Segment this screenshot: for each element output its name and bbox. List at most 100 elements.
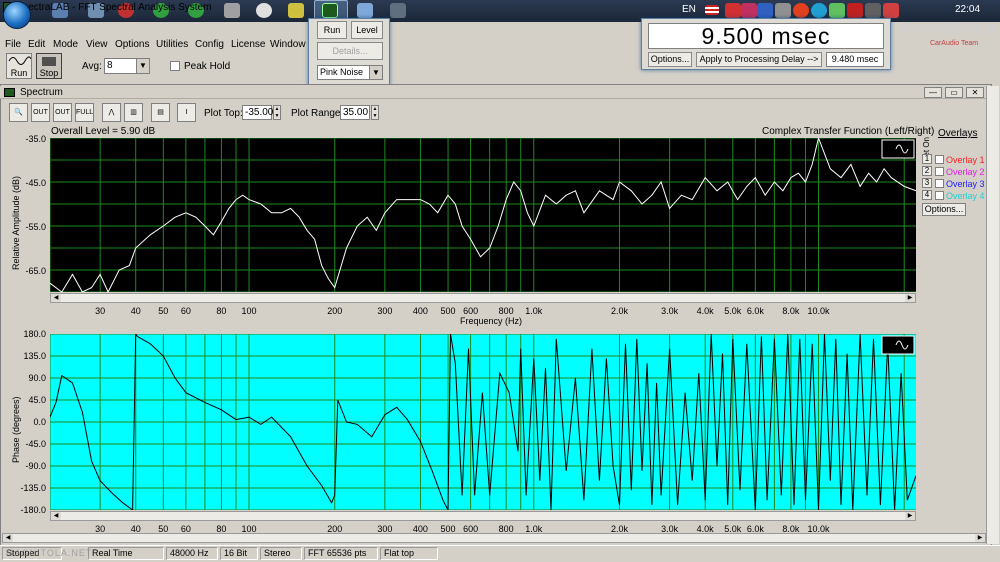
overlay-set-button[interactable]: 1 [922,154,932,164]
x-tick-label: 30 [95,306,106,316]
peak-icon[interactable]: ⋀ [102,103,121,122]
start-button[interactable] [3,1,31,29]
scroll-left-icon[interactable]: ◀ [3,534,13,542]
menu-view[interactable]: View [86,39,108,50]
avg-label: Avg: [82,61,102,72]
close-button[interactable]: ✕ [966,87,984,98]
menu-license[interactable]: License [231,39,265,50]
y-tick-label: -180.0 [20,505,46,515]
avg-select[interactable]: 8 ▼ [104,58,150,74]
window-vertical-scrollbar[interactable] [986,86,999,544]
plot-range-input[interactable]: 35.00 [340,105,370,120]
phase-plot[interactable] [50,334,916,510]
y-tick-label: 180.0 [23,329,46,339]
zoom-in-icon[interactable]: OUT [53,103,72,122]
tray-icon[interactable] [775,3,791,18]
tray-icon[interactable] [847,3,863,18]
plot-range-spinner[interactable]: ▲ ▼ [371,105,379,120]
menu-mode[interactable]: Mode [53,39,78,50]
app-icon[interactable] [288,3,304,18]
run-label: Run [10,68,28,78]
arrow-down-icon[interactable] [224,3,240,18]
scroll-left-icon[interactable]: ◀ [51,294,61,302]
table-icon[interactable]: ▤ [151,103,170,122]
phase-scrollbar[interactable]: ◀ ▶ [50,511,916,521]
scroll-right-icon[interactable]: ▶ [975,534,985,542]
tray-icon[interactable] [883,3,899,18]
overlay-set-button[interactable]: 3 [922,178,932,188]
menu-utilities[interactable]: Utilities [156,39,188,50]
menu-config[interactable]: Config [195,39,224,50]
search-icon[interactable]: 🔍 [9,103,28,122]
tray-icon[interactable] [741,3,757,18]
overlay-checkbox[interactable] [935,179,944,188]
y-tick-label: -45.0 [25,439,46,449]
run-button[interactable]: Run [317,21,347,39]
applied-delay-value: 9.480 msec [826,52,884,67]
menu-edit[interactable]: Edit [28,39,45,50]
tray-icon[interactable] [725,3,741,18]
plot-mode-badge [881,335,915,355]
window-scrollbar[interactable]: ◀ ▶ [2,533,986,543]
tray-icon[interactable] [829,3,845,18]
stop-icon [42,57,56,66]
tray-clock[interactable]: 22:04 [955,4,980,15]
peak-hold-checkbox[interactable] [170,61,180,71]
apply-delay-button[interactable]: Apply to Processing Delay --> [696,52,822,67]
tray-icon[interactable] [865,3,881,18]
watermark-subtitle: CarAudio Team [930,40,979,47]
tray-icon[interactable] [757,3,773,18]
tray-icon[interactable] [793,3,809,18]
disc-icon[interactable] [256,3,272,18]
chevron-down-icon: ▼ [136,59,149,73]
overlay-checkbox[interactable] [935,191,944,200]
maximize-button[interactable]: ▭ [945,87,963,98]
scroll-right-icon[interactable]: ▶ [905,512,915,520]
spectrum-window-icon [4,88,15,97]
signal-value: Pink Noise [320,67,364,77]
amplitude-scrollbar[interactable]: ◀ ▶ [50,293,916,303]
plot-mode-badge [881,139,915,159]
y-tick-label: -65.0 [25,266,46,276]
tray-icon[interactable] [811,3,827,18]
flag-icon[interactable] [705,5,719,15]
overlay-options-button[interactable]: Options... [922,203,966,216]
bars-icon[interactable]: ▥ [124,103,143,122]
overlay-checkbox[interactable] [935,167,944,176]
zoom-out-icon[interactable]: OUT [31,103,50,122]
marker-icon[interactable]: Ⅰ [177,103,196,122]
plot-range-label: Plot Range: [291,108,344,119]
stop-toolbar-button[interactable]: Stop [36,53,62,79]
details-button[interactable]: Details... [317,42,383,60]
plot-top-label: Plot Top: [204,108,243,119]
minimize-button[interactable]: — [924,87,942,98]
watermark-logo: MAGNITOLA [898,20,998,37]
scroll-left-icon[interactable]: ◀ [51,512,61,520]
tray-language[interactable]: EN [682,4,696,15]
y-tick-label: 90.0 [28,373,46,383]
signal-select[interactable]: Pink Noise ▼ [317,65,383,80]
overlay-checkbox[interactable] [935,155,944,164]
y-tick-label: -35.0 [25,134,46,144]
spectrum-titlebar [0,86,992,99]
terminal-icon[interactable] [390,3,406,18]
overlays-title: Overlays [938,128,978,139]
plot-top-spinner[interactable]: ▲ ▼ [273,105,281,120]
peak-hold-label: Peak Hold [184,61,231,72]
overlay-set-button[interactable]: 4 [922,190,932,200]
x-tick-label: 60 [180,306,191,316]
overlay-set-button[interactable]: 2 [922,166,932,176]
menu-file[interactable]: File [5,39,21,50]
menu-window[interactable]: Window [270,39,306,50]
menu-options[interactable]: Options [115,39,149,50]
x-tick-label: 10.0k [807,306,830,316]
window-icon[interactable] [357,3,373,18]
x-tick-label: 100 [241,306,257,316]
amplitude-plot[interactable] [50,138,916,292]
level-button[interactable]: Level [351,21,383,39]
plot-top-input[interactable]: -35.00 [242,105,273,120]
zoom-full-icon[interactable]: FULL [75,103,94,122]
delay-options-button[interactable]: Options... [648,52,692,67]
run-toolbar-button[interactable]: Run [6,53,32,79]
scroll-right-icon[interactable]: ▶ [905,294,915,302]
